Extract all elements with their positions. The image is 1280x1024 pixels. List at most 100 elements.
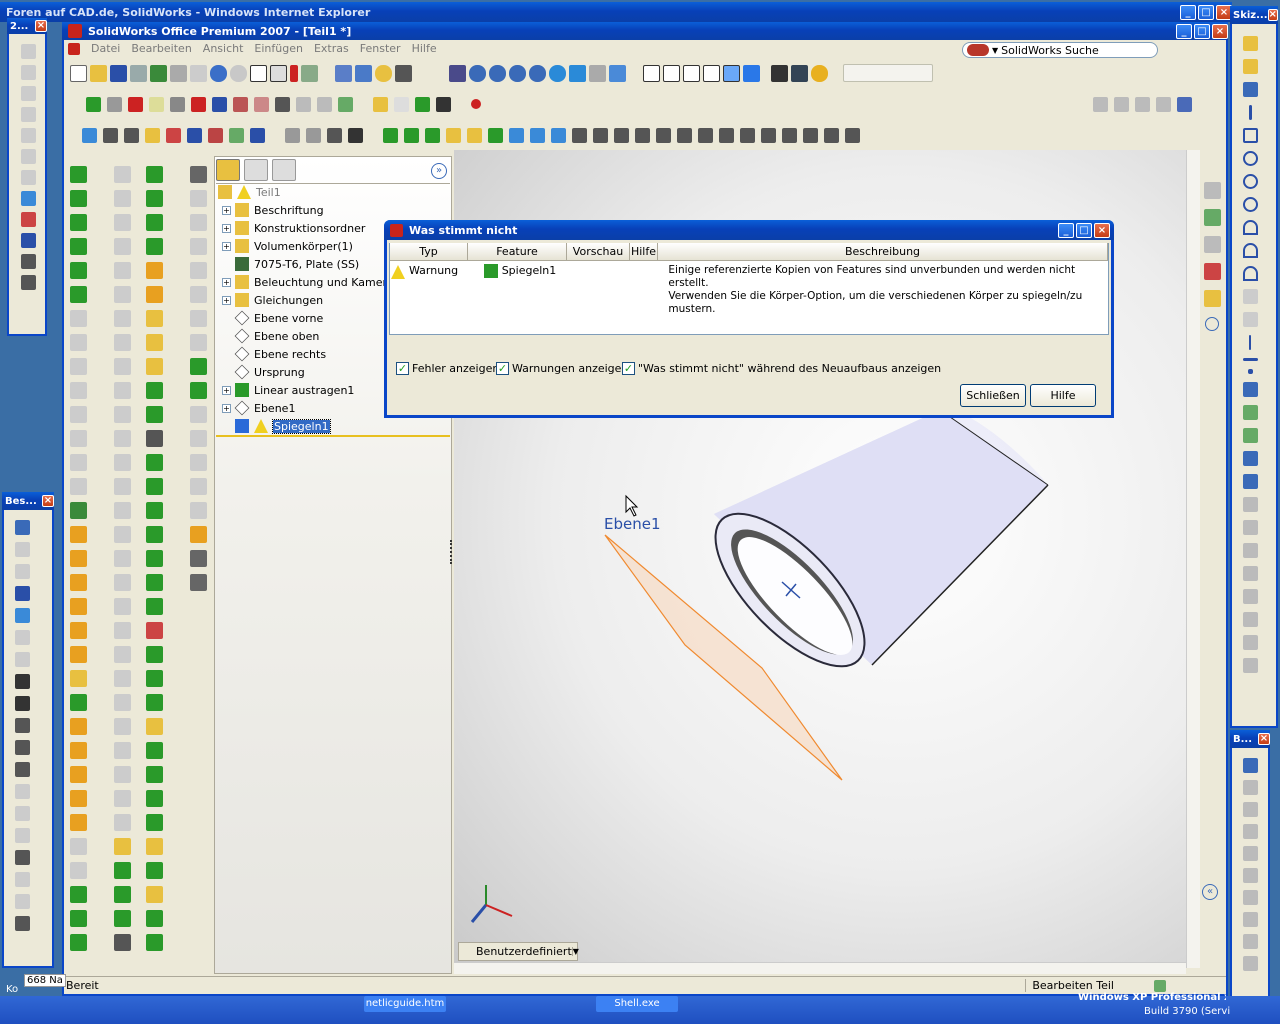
lp3-icon[interactable] — [20, 86, 36, 101]
g6-icon[interactable] — [113, 286, 131, 303]
g13-icon[interactable] — [113, 454, 131, 471]
grid-icon[interactable] — [301, 64, 318, 82]
sel-23-icon[interactable] — [845, 127, 860, 143]
appearances-icon[interactable] — [1203, 290, 1221, 307]
config-combo[interactable] — [843, 64, 933, 82]
sel-5-icon[interactable] — [467, 127, 482, 143]
sk-13-icon[interactable] — [1242, 312, 1258, 327]
dim-5-icon[interactable] — [1242, 846, 1258, 861]
h13-icon[interactable] — [145, 454, 163, 471]
wireframe-icon[interactable] — [643, 64, 660, 82]
lp11-icon[interactable] — [20, 254, 36, 269]
g16-icon[interactable] — [113, 526, 131, 543]
tree-item[interactable]: + Gleichungen — [222, 291, 323, 309]
menu-fenster[interactable]: Fenster — [360, 42, 401, 55]
g20-icon[interactable] — [113, 622, 131, 639]
tool3-icon[interactable] — [275, 96, 290, 112]
h32-icon[interactable] — [145, 910, 163, 927]
boundary-icon[interactable] — [69, 262, 87, 279]
sel-19-icon[interactable] — [761, 127, 776, 143]
undo-icon[interactable] — [210, 64, 227, 82]
i5-icon[interactable] — [189, 262, 207, 279]
right-tool-1-icon[interactable] — [1093, 96, 1108, 112]
annot-13-icon[interactable] — [14, 916, 30, 931]
i17-icon[interactable] — [189, 550, 207, 567]
stop-macro-icon[interactable] — [107, 96, 122, 112]
sk-28-icon[interactable] — [1242, 635, 1258, 650]
h30-icon[interactable] — [145, 862, 163, 879]
i8-icon[interactable] — [189, 334, 207, 351]
left-palette-close-icon[interactable]: × — [35, 20, 47, 32]
axis-tool-icon[interactable] — [394, 96, 409, 112]
h9-icon[interactable] — [145, 358, 163, 375]
spelling-icon[interactable] — [82, 127, 97, 143]
col-header-vorschau[interactable]: Vorschau — [567, 243, 630, 261]
tool2-icon[interactable] — [254, 96, 269, 112]
f8-icon[interactable] — [69, 478, 87, 495]
datum-icon[interactable] — [14, 740, 30, 755]
h18-icon[interactable] — [145, 574, 163, 591]
filter-2-icon[interactable] — [306, 127, 321, 143]
i18-icon[interactable] — [189, 574, 207, 591]
h22-icon[interactable] — [145, 670, 163, 687]
sel-4-icon[interactable] — [446, 127, 461, 143]
f13-icon[interactable] — [69, 910, 87, 927]
options-icon[interactable] — [150, 64, 167, 82]
sel-9-icon[interactable] — [551, 127, 566, 143]
mass-props-icon[interactable] — [124, 127, 139, 143]
right-tool-4-icon[interactable] — [1156, 96, 1171, 112]
search-box[interactable]: ▼ SolidWorks Suche — [962, 42, 1158, 58]
sel-11-icon[interactable] — [593, 127, 608, 143]
sel-13-icon[interactable] — [635, 127, 650, 143]
i14-icon[interactable] — [189, 478, 207, 495]
g5-icon[interactable] — [113, 262, 131, 279]
g25-icon[interactable] — [113, 742, 131, 759]
sw-title-bar[interactable]: SolidWorks Office Premium 2007 - [Teil1 … — [62, 22, 1228, 40]
geo-tol-icon[interactable] — [14, 718, 30, 733]
f12-icon[interactable] — [69, 886, 87, 903]
tool6-icon[interactable] — [338, 96, 353, 112]
menu-hilfe[interactable]: Hilfe — [412, 42, 437, 55]
annot-1-icon[interactable] — [14, 520, 30, 535]
tree-item[interactable]: Ebene rechts — [222, 345, 326, 363]
i10-icon[interactable] — [189, 382, 207, 399]
dialog-maximize-icon[interactable]: □ — [1076, 222, 1092, 238]
shaded-edges-icon[interactable] — [703, 64, 720, 82]
lp9-icon[interactable] — [20, 212, 36, 227]
dim-7-icon[interactable] — [1242, 890, 1258, 905]
sketch-icon[interactable] — [1242, 36, 1258, 51]
left-palette-2-title[interactable]: Bes... × — [2, 492, 54, 510]
centerline-icon[interactable] — [1249, 335, 1251, 350]
g18-icon[interactable] — [113, 574, 131, 591]
filter-4-icon[interactable] — [348, 127, 363, 143]
library-icon[interactable] — [1203, 209, 1221, 226]
save-icon[interactable] — [110, 64, 127, 82]
left-palette-2-close-icon[interactable]: × — [42, 495, 54, 507]
expand-taskpane-icon[interactable]: « — [1202, 884, 1218, 900]
right-palette-2-close-icon[interactable]: × — [1258, 733, 1270, 745]
f3-icon[interactable] — [69, 358, 87, 375]
h16-icon[interactable] — [145, 526, 163, 543]
tree-item[interactable]: + Ebene1 — [222, 399, 295, 417]
rib-icon[interactable] — [69, 598, 87, 615]
note-icon[interactable] — [14, 586, 30, 601]
status-help-icon[interactable] — [1154, 979, 1166, 992]
h25-icon[interactable] — [145, 742, 163, 759]
edit-macro-icon[interactable] — [170, 96, 185, 112]
spline-icon[interactable] — [1242, 358, 1258, 361]
dim-6-icon[interactable] — [1242, 868, 1258, 883]
i12-icon[interactable] — [189, 430, 207, 447]
sel-20-icon[interactable] — [782, 127, 797, 143]
annot-7-icon[interactable] — [14, 784, 30, 799]
annot-8-icon[interactable] — [14, 806, 30, 821]
check-entity-icon[interactable] — [166, 127, 181, 143]
draft-icon[interactable] — [69, 622, 87, 639]
tree-item[interactable]: Spiegeln1 — [222, 417, 331, 435]
g12-icon[interactable] — [113, 430, 131, 447]
sw-close-icon[interactable]: × — [1212, 23, 1228, 39]
annot-9-icon[interactable] — [14, 828, 30, 843]
f2-icon[interactable] — [69, 334, 87, 351]
sk-12-icon[interactable] — [1242, 289, 1258, 304]
sel-17-icon[interactable] — [719, 127, 734, 143]
point-icon[interactable] — [1247, 369, 1253, 374]
